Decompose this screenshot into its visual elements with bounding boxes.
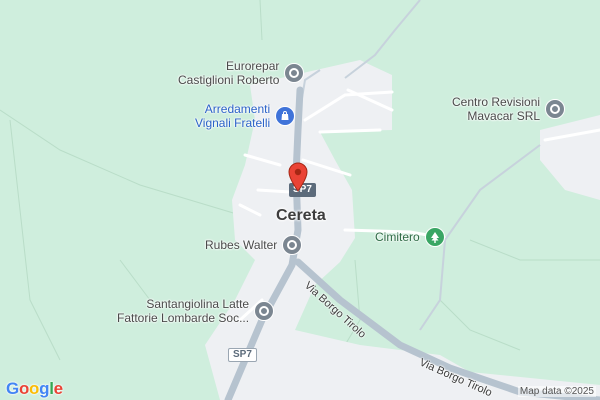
poi-rubes-walter[interactable]: Rubes Walter — [205, 235, 303, 255]
tree-icon — [424, 227, 445, 247]
poi-santangiolina[interactable]: Santangiolina Latte Fattorie Lombarde So… — [117, 297, 275, 325]
poi-label: Cimitero — [375, 230, 420, 244]
road-shield-sp7: SP7 — [228, 348, 257, 362]
poi-cimitero[interactable]: Cimitero — [375, 227, 445, 247]
google-logo: Google — [6, 379, 63, 399]
logo-letter: o — [29, 379, 40, 398]
generic-poi-icon — [282, 235, 303, 255]
poi-label: Rubes Walter — [205, 238, 278, 252]
poi-label: Arredamenti Vignali Fratelli — [195, 102, 271, 130]
map-attribution[interactable]: Map data ©2025 — [517, 386, 596, 397]
poi-arredamenti[interactable]: Arredamenti Vignali Fratelli — [195, 102, 296, 130]
generic-poi-icon — [284, 63, 305, 83]
generic-poi-icon — [254, 301, 275, 321]
logo-letter: o — [18, 379, 30, 398]
poi-eurorepar[interactable]: Eurorepar Castiglioni Roberto — [178, 59, 305, 87]
logo-letter: e — [53, 379, 63, 398]
logo-letter: g — [39, 379, 50, 398]
town-label: Cereta — [276, 207, 326, 224]
map-canvas[interactable]: Eurorepar Castiglioni Roberto Arredament… — [0, 0, 600, 400]
poi-centro-revisioni[interactable]: Centro Revisioni Mavacar SRL — [452, 95, 566, 123]
location-pin-icon[interactable] — [288, 162, 308, 197]
poi-label: Centro Revisioni Mavacar SRL — [452, 95, 541, 123]
generic-poi-icon — [545, 99, 566, 119]
shopping-bag-icon — [275, 106, 296, 126]
poi-label: Eurorepar Castiglioni Roberto — [178, 59, 280, 87]
poi-label: Santangiolina Latte Fattorie Lombarde So… — [117, 297, 250, 325]
logo-letter: G — [6, 379, 19, 398]
